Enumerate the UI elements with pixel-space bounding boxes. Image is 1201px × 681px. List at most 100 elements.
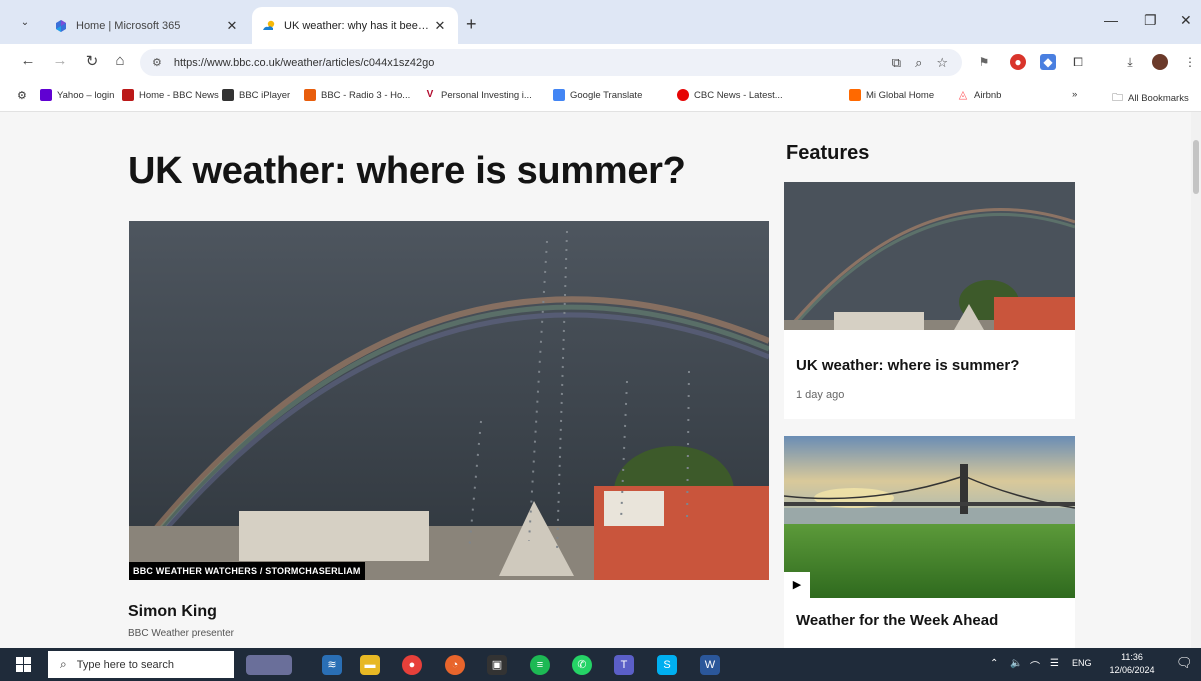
bridge-photo	[784, 436, 1075, 598]
feature-card-timestamp: 1 day ago	[796, 389, 845, 401]
restore-icon[interactable]: ❐	[1144, 12, 1157, 29]
close-window-icon[interactable]: ✕	[1180, 12, 1192, 29]
scrollbar-thumb[interactable]	[1193, 140, 1199, 194]
windows-start-icon[interactable]	[16, 657, 31, 672]
bbc-news-icon	[122, 89, 134, 101]
system-clock[interactable]: 11:36 12/06/2024	[1108, 651, 1156, 677]
bookmark-bbc-radio-3[interactable]: BBC - Radio 3 - Ho...	[304, 89, 410, 101]
wifi-icon[interactable]: ☰	[1050, 658, 1059, 669]
tab-title: UK weather: why has it been so	[284, 19, 432, 32]
site-settings-icon[interactable]: ⚙	[152, 56, 162, 69]
bookmark-label: Google Translate	[570, 89, 643, 101]
google-translate-icon	[553, 89, 565, 101]
new-tab-icon[interactable]: +	[466, 14, 477, 35]
bookmark-bbc-news[interactable]: Home - BBC News	[122, 89, 219, 101]
bookmarks-overflow-icon[interactable]: »	[1072, 89, 1077, 100]
word-icon[interactable]: W	[700, 655, 720, 675]
teams-icon[interactable]: T	[614, 655, 634, 675]
bookmark-yahoo[interactable]: Yahoo – login	[40, 89, 114, 101]
download-icon[interactable]: ⤓	[1122, 54, 1138, 70]
address-bar[interactable]: ⚙ https://www.bbc.co.uk/weather/articles…	[140, 49, 962, 76]
skype-icon[interactable]: S	[657, 655, 677, 675]
bookmark-label: BBC iPlayer	[239, 89, 291, 101]
feature-card[interactable]: UK weather: where is summer? 1 day ago	[784, 182, 1075, 419]
bookmark-bbc-iplayer[interactable]: BBC iPlayer	[222, 89, 290, 101]
show-hidden-icons[interactable]: ⌃	[990, 658, 998, 669]
bookmark-label: Home - BBC News	[139, 89, 219, 101]
play-icon[interactable]: ▶	[784, 572, 810, 598]
bookmarks-bar: ⚙ Yahoo – login Home - BBC News BBC iPla…	[0, 80, 1201, 112]
all-bookmarks-label: All Bookmarks	[1128, 93, 1189, 104]
zoom-icon[interactable]: ⌕	[915, 55, 922, 71]
rainbow-photo	[129, 221, 769, 580]
apps-icon[interactable]: ⚙	[17, 89, 27, 102]
feature-card-title: UK weather: where is summer?	[796, 357, 1020, 374]
overflow-label: »	[1072, 89, 1078, 100]
page-scrollbar[interactable]	[1191, 112, 1201, 648]
file-explorer-icon[interactable]: ▬	[360, 655, 380, 675]
minimize-icon[interactable]: —	[1104, 12, 1118, 28]
forward-icon[interactable]: →	[50, 52, 70, 69]
adblock-extension-icon[interactable]: ●	[1010, 54, 1026, 70]
install-app-icon[interactable]: ⧉	[892, 55, 901, 71]
tab-microsoft-365[interactable]: Home | Microsoft 365 ✕	[44, 7, 250, 44]
firefox-icon[interactable]: ◔	[445, 655, 465, 675]
browser-toolbar: ← → ↻ ⌂ ⚙ https://www.bbc.co.uk/weather/…	[0, 44, 1201, 80]
bookmark-label: CBC News - Latest...	[694, 89, 783, 101]
feature-card-image	[784, 182, 1075, 330]
close-tab-icon[interactable]: ✕	[432, 18, 448, 34]
reload-icon[interactable]: ↻	[82, 52, 102, 70]
tab-bbc-weather[interactable]: UK weather: why has it been so ✕	[252, 7, 458, 44]
translate-extension-icon[interactable]: ◆	[1040, 54, 1056, 70]
flag-extension-icon[interactable]: ⚑	[976, 54, 992, 70]
search-icon: ⌕	[60, 657, 67, 671]
bbc-weather-icon	[263, 20, 275, 30]
bookmark-mi-global[interactable]: Mi Global Home	[849, 89, 934, 101]
volume-icon[interactable]: 🔈	[1010, 658, 1022, 669]
clock-time: 11:36	[1121, 652, 1143, 662]
close-tab-icon[interactable]: ✕	[224, 18, 240, 34]
microsoft-365-icon	[56, 19, 66, 32]
tab-title: Home | Microsoft 365	[76, 19, 181, 32]
extensions-puzzle-icon[interactable]: ⧠	[1070, 54, 1086, 70]
home-icon[interactable]: ⌂	[110, 52, 130, 69]
spotify-icon[interactable]: ≡	[530, 655, 550, 675]
features-heading: Features	[786, 142, 870, 164]
menu-kebab-icon[interactable]: ⋮	[1182, 54, 1198, 70]
profile-avatar[interactable]	[1152, 54, 1168, 70]
feature-card[interactable]: ▶ Weather for the Week Ahead	[784, 436, 1075, 648]
taskbar-search-input[interactable]: ⌕ Type here to search	[48, 651, 234, 678]
bookmark-star-icon[interactable]: ☆	[936, 55, 948, 71]
iplayer-icon	[222, 89, 234, 101]
clock-date: 12/06/2024	[1109, 665, 1155, 675]
tab-search-icon[interactable]: ⌄	[16, 14, 34, 32]
notifications-icon[interactable]: 🗨	[1176, 655, 1193, 671]
author-name[interactable]: Simon King	[128, 603, 217, 621]
article-hero-image[interactable]: BBC WEATHER WATCHERS / STORMCHASERLIAM	[129, 221, 769, 580]
rainbow-photo	[784, 182, 1075, 330]
media-app-icon[interactable]: ▣	[487, 655, 507, 675]
bookmark-label: Personal Investing i...	[441, 89, 532, 101]
image-caption: BBC WEATHER WATCHERS / STORMCHASERLIAM	[129, 562, 365, 580]
bookmark-personal-investing[interactable]: V Personal Investing i...	[424, 89, 532, 101]
taskbar-search-placeholder: Type here to search	[76, 658, 174, 671]
search-highlight-icon[interactable]	[246, 655, 292, 675]
bookmark-label: BBC - Radio 3 - Ho...	[321, 89, 411, 101]
radio-3-icon	[304, 89, 316, 101]
whatsapp-icon[interactable]: ✆	[572, 655, 592, 675]
bookmark-google-translate[interactable]: Google Translate	[553, 89, 642, 101]
bookmark-label: Mi Global Home	[866, 89, 935, 101]
feature-card-image	[784, 436, 1075, 598]
vanguard-icon: V	[424, 89, 436, 101]
language-indicator[interactable]: ENG	[1072, 658, 1092, 668]
author-role: BBC Weather presenter	[128, 628, 234, 639]
bookmark-cbc-news[interactable]: CBC News - Latest...	[677, 89, 783, 101]
edge-icon[interactable]: ≋	[322, 655, 342, 675]
all-bookmarks-button[interactable]: 🗀 All Bookmarks	[1112, 89, 1189, 108]
mi-icon	[849, 89, 861, 101]
folder-icon: 🗀	[1112, 92, 1123, 104]
network-icon[interactable]: ⌒	[1030, 658, 1040, 673]
chrome-icon[interactable]: ●	[402, 655, 422, 675]
back-icon[interactable]: ←	[18, 52, 38, 69]
bookmark-airbnb[interactable]: ◬ Airbnb	[957, 89, 1001, 101]
